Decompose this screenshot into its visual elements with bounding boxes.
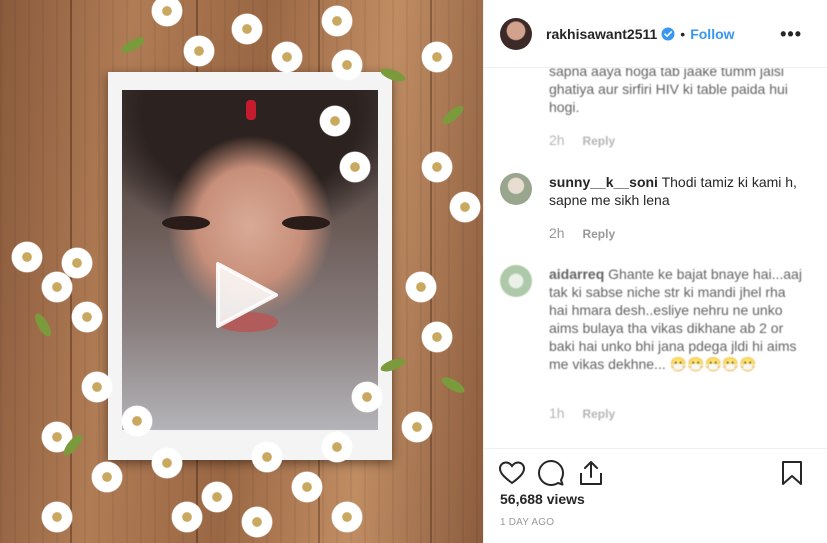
heart-icon[interactable] <box>498 459 526 487</box>
flower <box>290 470 324 504</box>
comment-body: sapna aaya hoga tab jaake tumm jaisi gha… <box>549 68 799 116</box>
flower <box>320 4 354 38</box>
comment-username[interactable]: sunny__k__soni <box>549 174 658 190</box>
flower <box>448 190 482 224</box>
flower <box>120 404 154 438</box>
post-header: rakhisawant2511 • Follow ••• <box>484 0 827 68</box>
view-count[interactable]: 56,688 views <box>500 491 585 507</box>
comment-meta: 2h Reply <box>549 225 615 241</box>
comment-icon[interactable] <box>537 459 565 487</box>
avatar[interactable] <box>500 265 532 297</box>
comments-list[interactable]: sapna aaya hoga tab jaake tumm jaisi gha… <box>484 68 827 448</box>
leaf <box>119 34 147 56</box>
flower <box>250 440 284 474</box>
comment-meta: 1h Reply <box>549 405 615 421</box>
flower <box>320 430 354 464</box>
reply-button[interactable]: Reply <box>582 407 615 421</box>
avatar[interactable] <box>500 173 532 205</box>
leaf <box>439 102 467 128</box>
flower <box>70 300 104 334</box>
flower <box>420 150 454 184</box>
more-options-icon[interactable]: ••• <box>780 24 802 45</box>
flower <box>182 34 216 68</box>
flower <box>90 460 124 494</box>
share-icon[interactable] <box>577 459 605 487</box>
comment-emoji: 😷😷😷😷😷 <box>669 356 757 372</box>
flower <box>330 500 364 534</box>
comment-body: aidarreq Ghante ke bajat bnaye hai...aaj… <box>549 265 804 373</box>
comment-time: 2h <box>549 225 565 241</box>
flower <box>400 410 434 444</box>
post-sidebar: rakhisawant2511 • Follow ••• sapna aaya … <box>483 0 827 543</box>
flower <box>170 500 204 534</box>
bindi <box>246 100 256 120</box>
post-author-username[interactable]: rakhisawant2511 <box>546 26 657 42</box>
flower <box>40 500 74 534</box>
reply-button[interactable]: Reply <box>582 227 615 241</box>
post-media[interactable] <box>0 0 483 543</box>
comment-text: sapna aaya hoga tab jaake tumm jaisi gha… <box>549 68 788 115</box>
flower <box>10 240 44 274</box>
eye <box>282 216 330 230</box>
comment-time: 1h <box>549 405 565 421</box>
post-actions: 56,688 views 1 DAY AGO <box>484 448 827 543</box>
follow-button[interactable]: Follow <box>690 26 734 42</box>
flower <box>60 246 94 280</box>
verified-badge-icon <box>661 27 675 40</box>
comment-body: sunny__k__soni Thodi tamiz ki kami h, sa… <box>549 173 804 209</box>
flower <box>240 505 274 539</box>
flower <box>420 320 454 354</box>
flower <box>350 380 384 414</box>
reply-button[interactable]: Reply <box>582 134 615 148</box>
flower <box>404 270 438 304</box>
wood-plank-line <box>430 0 432 543</box>
flower <box>200 480 234 514</box>
flower <box>338 150 372 184</box>
comment-meta: 2h Reply <box>549 132 615 148</box>
comment-time: 2h <box>549 132 565 148</box>
flower <box>318 104 352 138</box>
comment-username[interactable]: aidarreq <box>549 266 604 282</box>
bookmark-icon[interactable] <box>778 459 806 487</box>
flower <box>330 48 364 82</box>
flower <box>230 12 264 46</box>
post-timestamp[interactable]: 1 DAY AGO <box>500 517 554 528</box>
flower <box>270 40 304 74</box>
leaf <box>439 374 467 396</box>
separator-dot: • <box>680 25 686 42</box>
avatar[interactable] <box>500 17 532 50</box>
flower <box>420 40 454 74</box>
flower <box>150 446 184 480</box>
flower <box>80 370 114 404</box>
leaf <box>32 311 54 339</box>
play-icon[interactable] <box>212 260 282 330</box>
flower <box>150 0 184 28</box>
eye <box>162 216 210 230</box>
